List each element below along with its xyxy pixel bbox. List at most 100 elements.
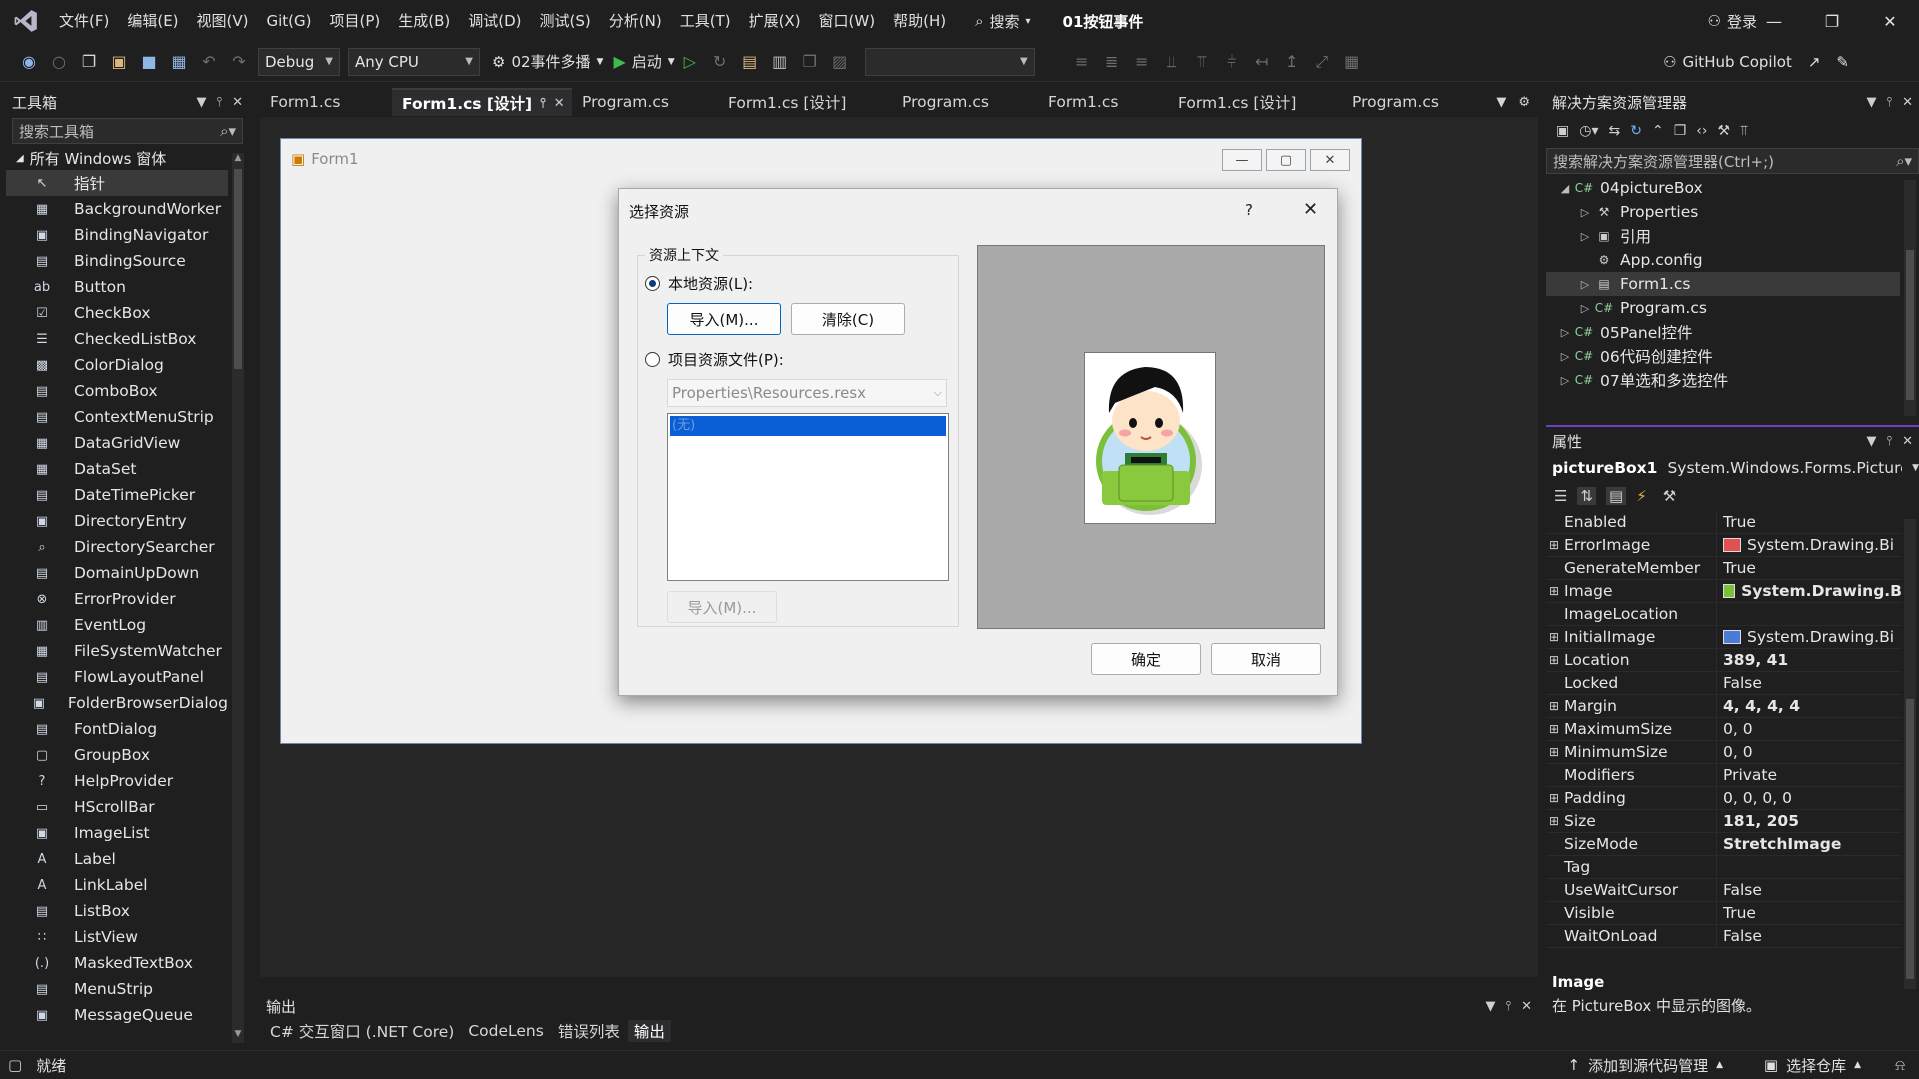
- properties-scrollbar[interactable]: [1904, 519, 1916, 989]
- select-repo-button[interactable]: ▣ 选择仓库 ▲: [1764, 1055, 1861, 1076]
- expand-icon[interactable]: ⊞: [1546, 745, 1562, 759]
- property-row-modifiers[interactable]: Modifiers Private: [1546, 763, 1902, 787]
- expand-icon[interactable]: ⊞: [1546, 791, 1562, 805]
- save-all-icon[interactable]: ▦: [166, 49, 192, 75]
- import-button-disabled[interactable]: 导入(M)...: [667, 591, 777, 623]
- property-row-waitonload[interactable]: WaitOnLoad False: [1546, 924, 1902, 948]
- toolbox-item-backgroundworker[interactable]: ▦ BackgroundWorker: [6, 196, 228, 222]
- property-row-padding[interactable]: ⊞ Padding 0, 0, 0, 0: [1546, 786, 1902, 810]
- tab-error-list[interactable]: 错误列表: [552, 1020, 626, 1042]
- properties-icon[interactable]: ▤: [1606, 487, 1627, 505]
- solution-tree-item[interactable]: ⚙ App.config: [1546, 248, 1900, 272]
- expand-icon[interactable]: ▷: [1556, 374, 1574, 387]
- expand-icon[interactable]: ▷: [1576, 230, 1594, 243]
- same-height-icon[interactable]: ↥: [1279, 49, 1305, 75]
- close-icon[interactable]: ✕: [554, 96, 565, 111]
- solution-tree-item[interactable]: ▷ C# 05Panel控件: [1546, 320, 1900, 344]
- toolbox-item-hscrollbar[interactable]: ▭ HScrollBar: [6, 794, 228, 820]
- solution-tree-item[interactable]: ▷ ▣ 引用: [1546, 224, 1900, 248]
- toolbox-item-messagequeue[interactable]: ▣ MessageQueue: [6, 1002, 228, 1028]
- events-icon[interactable]: ⚡: [1636, 487, 1647, 505]
- history-icon[interactable]: ◷▾: [1579, 123, 1598, 139]
- redo-icon[interactable]: ↷: [226, 49, 252, 75]
- property-row-sizemode[interactable]: SizeMode StretchImage: [1546, 832, 1902, 856]
- close-icon[interactable]: ✕: [232, 95, 243, 110]
- toolbox-item-dataset[interactable]: ▦ DataSet: [6, 456, 228, 482]
- toolbox-item-domainupdown[interactable]: ▤ DomainUpDown: [6, 560, 228, 586]
- menu-debug[interactable]: 调试(D): [459, 0, 530, 42]
- expand-icon[interactable]: ⊞: [1546, 538, 1562, 552]
- toolbox-item-datagridview[interactable]: ▦ DataGridView: [6, 430, 228, 456]
- toolbox-search-input[interactable]: 搜索工具箱 ⌕▾: [12, 118, 243, 144]
- solution-tree-item[interactable]: ▷ C# 07单选和多选控件: [1546, 368, 1900, 392]
- scroll-thumb[interactable]: [1906, 250, 1914, 400]
- menu-tools[interactable]: 工具(T): [671, 0, 740, 42]
- expand-icon[interactable]: ◢: [1556, 182, 1574, 195]
- code-icon[interactable]: ‹›: [1696, 123, 1707, 139]
- undo-icon[interactable]: ↶: [196, 49, 222, 75]
- tab-output[interactable]: 输出: [627, 1020, 671, 1042]
- close-window-button[interactable]: ✕: [1861, 0, 1919, 42]
- toolbox-item-colordialog[interactable]: ▩ ColorDialog: [6, 352, 228, 378]
- menu-test[interactable]: 测试(S): [531, 0, 600, 42]
- toolbox-item-flowlayoutpanel[interactable]: ▤ FlowLayoutPanel: [6, 664, 228, 690]
- menu-help[interactable]: 帮助(H): [884, 0, 955, 42]
- refresh-icon[interactable]: ↻: [1630, 123, 1642, 139]
- sync-icon[interactable]: ⇆: [1608, 123, 1620, 139]
- close-icon[interactable]: ✕: [1902, 434, 1913, 449]
- resource-list[interactable]: (无): [667, 413, 949, 581]
- menu-project[interactable]: 项目(P): [321, 0, 390, 42]
- toolbox-item-contextmenustrip[interactable]: ▤ ContextMenuStrip: [6, 404, 228, 430]
- expand-icon[interactable]: ▷: [1576, 206, 1594, 219]
- align-left-icon[interactable]: ≡: [1069, 49, 1095, 75]
- align-top-icon[interactable]: ⫫: [1159, 49, 1185, 75]
- notification-bell-icon[interactable]: ⍾: [1895, 1056, 1905, 1074]
- local-resource-radio[interactable]: 本地资源(L):: [645, 273, 753, 294]
- expand-icon[interactable]: ⊞: [1546, 699, 1562, 713]
- dropdown-icon[interactable]: ▼: [1866, 434, 1876, 449]
- toolbox-item-datetimepicker[interactable]: ▤ DateTimePicker: [6, 482, 228, 508]
- align-bottom-icon[interactable]: ⫩: [1219, 49, 1245, 75]
- property-row-minimumsize[interactable]: ⊞ MinimumSize 0, 0: [1546, 740, 1902, 764]
- toolbox-item-linklabel[interactable]: A LinkLabel: [6, 872, 228, 898]
- tab-form1-cs[interactable]: Form1.cs: [1038, 88, 1168, 116]
- toolbox-item-menustrip[interactable]: ▤ MenuStrip: [6, 976, 228, 1002]
- grid-icon[interactable]: ▦: [1339, 49, 1365, 75]
- property-row-margin[interactable]: ⊞ Margin 4, 4, 4, 4: [1546, 694, 1902, 718]
- config-dropdown[interactable]: Debug ▼: [258, 47, 340, 76]
- tab-form1-designer[interactable]: Form1.cs [设计]: [1168, 88, 1342, 116]
- toolbox-item-fontdialog[interactable]: ▤ FontDialog: [6, 716, 228, 742]
- property-row-generatemember[interactable]: GenerateMember True: [1546, 556, 1902, 580]
- visual-studio-logo-icon[interactable]: [12, 7, 40, 35]
- toolbox-item-helpprovider[interactable]: ? HelpProvider: [6, 768, 228, 794]
- close-icon[interactable]: ✕: [1521, 999, 1532, 1014]
- toolbox-item-listview[interactable]: ∷ ListView: [6, 924, 228, 950]
- solution-tree-item[interactable]: ◢ C# 04pictureBox: [1546, 176, 1900, 200]
- layout-icon[interactable]: ▥: [767, 49, 793, 75]
- resource-list-item-selected[interactable]: (无): [670, 416, 946, 436]
- property-row-errorimage[interactable]: ⊞ ErrorImage System.Drawing.Bi: [1546, 533, 1902, 557]
- align-middle-icon[interactable]: ⫪: [1189, 49, 1215, 75]
- toolbox-item-label[interactable]: A Label: [6, 846, 228, 872]
- pin-icon[interactable]: ⫯: [1505, 999, 1511, 1014]
- property-row-locked[interactable]: Locked False: [1546, 671, 1902, 695]
- menu-view[interactable]: 视图(V): [188, 0, 258, 42]
- property-pages-icon[interactable]: ⚒: [1663, 487, 1676, 505]
- dropdown-icon[interactable]: ▼: [1866, 95, 1876, 110]
- property-row-location[interactable]: ⊞ Location 389, 41: [1546, 648, 1902, 672]
- tab-list-icon[interactable]: ▼: [1496, 95, 1506, 110]
- same-width-icon[interactable]: ↤: [1249, 49, 1275, 75]
- hot-reload-icon[interactable]: ↻: [707, 49, 733, 75]
- resource-file-dropdown[interactable]: Properties\Resources.resx ⌵: [667, 379, 947, 407]
- property-row-size[interactable]: ⊞ Size 181, 205: [1546, 809, 1902, 833]
- back-icon[interactable]: ◉: [16, 49, 42, 75]
- alphabetical-icon[interactable]: ⇅: [1577, 487, 1597, 505]
- scroll-down-icon[interactable]: ▼: [232, 1029, 244, 1041]
- solution-search-input[interactable]: 搜索解决方案资源管理器(Ctrl+;) ⌕▾: [1546, 148, 1919, 174]
- expand-icon[interactable]: ▷: [1556, 350, 1574, 363]
- toolbox-group-all-forms[interactable]: ◢ 所有 Windows 窗体: [6, 146, 249, 170]
- project-resource-radio[interactable]: 项目资源文件(P):: [645, 349, 784, 370]
- property-row-visible[interactable]: Visible True: [1546, 901, 1902, 925]
- toolbox-item-checkedlistbox[interactable]: ☰ CheckedListBox: [6, 326, 228, 352]
- import-button[interactable]: 导入(M)...: [667, 303, 781, 335]
